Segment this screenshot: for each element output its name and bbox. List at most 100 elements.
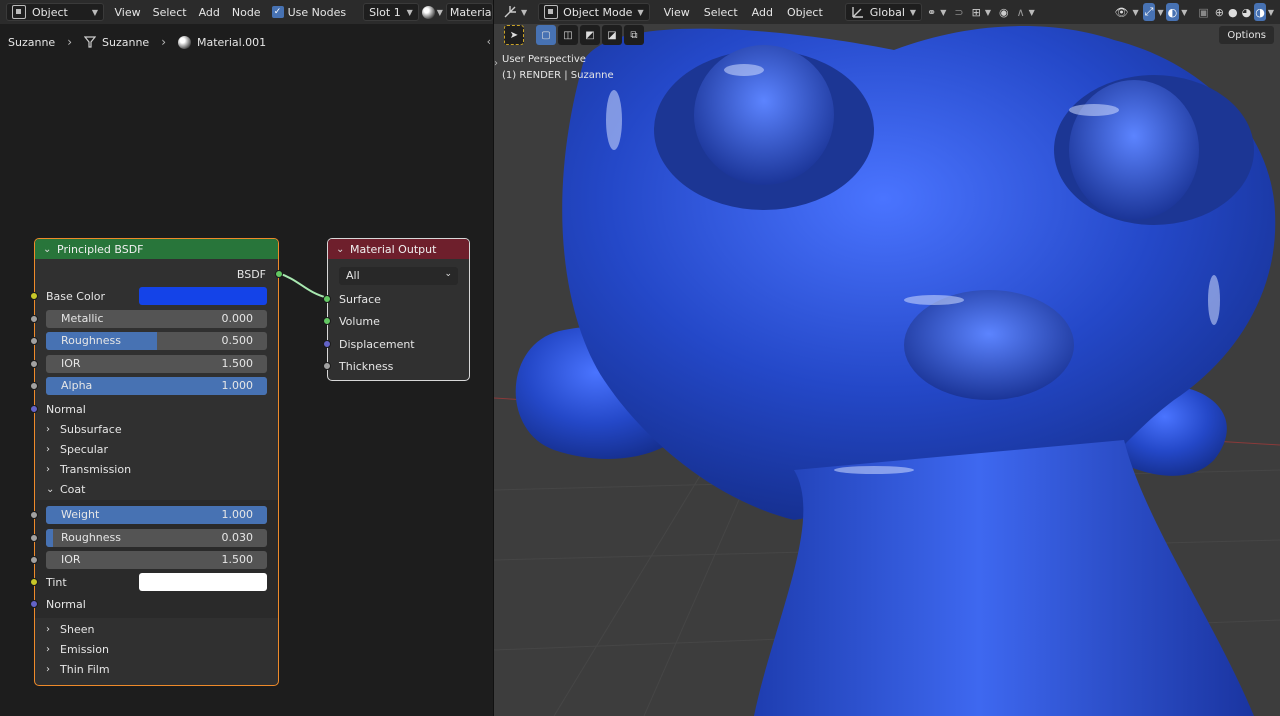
region-toggle-icon[interactable]: ‹: [487, 35, 491, 48]
cursor-arrow-icon: ➤: [509, 29, 519, 41]
alpha-socket[interactable]: [30, 382, 38, 390]
roughness-slider[interactable]: Roughness 0.500: [46, 332, 267, 350]
panel-specular[interactable]: › Specular: [35, 439, 278, 459]
panel-coat[interactable]: ⌄ Coat: [35, 479, 278, 499]
normal-socket[interactable]: [30, 405, 38, 413]
viewport-menu-select[interactable]: Select: [698, 3, 744, 21]
panel-subsurface[interactable]: › Subsurface: [35, 419, 278, 439]
coat-weight-socket[interactable]: [30, 511, 38, 519]
coat-weight-slider[interactable]: Weight 1.000: [46, 506, 267, 524]
shading-material[interactable]: ◕: [1241, 3, 1253, 21]
tint-row: Tint: [30, 572, 278, 592]
select-mode-intersect[interactable]: ⧉: [624, 25, 644, 45]
snap-toggle[interactable]: ⊃: [951, 3, 966, 21]
select-mode-subtract[interactable]: ◩: [580, 25, 600, 45]
coat-normal-label: Normal: [46, 597, 86, 611]
viewport-menu-object[interactable]: Object: [781, 3, 829, 21]
panel-transmission-label: Transmission: [60, 462, 132, 476]
alpha-slider[interactable]: Alpha 1.000: [46, 377, 267, 395]
shading-rendered[interactable]: ◑: [1254, 3, 1266, 21]
metallic-socket[interactable]: [30, 315, 38, 323]
base-color-swatch[interactable]: [139, 287, 267, 305]
ior-row: IOR 1.500: [30, 354, 278, 374]
coat-normal-row: Normal: [30, 594, 278, 614]
panel-emission[interactable]: › Emission: [35, 639, 278, 659]
falloff-button[interactable]: ∧ ▼: [1014, 3, 1038, 21]
transform-orientation-dropdown[interactable]: Global ▼: [844, 3, 923, 21]
viewport-menu-add[interactable]: Add: [746, 3, 779, 21]
magnet-icon: ⊃: [954, 5, 964, 19]
tint-label: Tint: [46, 575, 67, 589]
node-editor[interactable]: Object ▼ View Select Add Node ✓ Use Node…: [0, 0, 493, 716]
bsdf-output-label: BSDF: [236, 267, 266, 281]
ior-value: 1.500: [221, 357, 254, 370]
tint-socket[interactable]: [30, 578, 38, 586]
ior-socket[interactable]: [30, 360, 38, 368]
ior-label: IOR: [61, 357, 81, 370]
chevron-down-icon: ⌄: [46, 483, 55, 495]
collapse-arrow-icon[interactable]: ⌄: [336, 244, 344, 255]
panel-sheen[interactable]: › Sheen: [35, 619, 278, 639]
pivot-point-button[interactable]: ⚭ ▼: [924, 3, 949, 21]
roughness-socket[interactable]: [30, 337, 38, 345]
shading-wireframe[interactable]: ⊕: [1214, 3, 1225, 21]
editor-type-button[interactable]: ▼: [500, 3, 530, 21]
coat-normal-socket[interactable]: [30, 600, 38, 608]
panel-emission-label: Emission: [60, 642, 109, 656]
panel-transmission[interactable]: › Transmission: [35, 459, 278, 479]
object-mode-dropdown[interactable]: Object Mode ▼: [538, 3, 650, 21]
coat-ior-field[interactable]: IOR 1.500: [46, 551, 267, 569]
displacement-socket[interactable]: [323, 340, 331, 348]
visibility-button[interactable]: 👁 ▼: [1113, 3, 1141, 21]
bsdf-node-title: Principled BSDF: [57, 242, 144, 256]
options-dropdown[interactable]: Options: [1219, 26, 1274, 44]
bsdf-output-row: BSDF: [35, 264, 283, 284]
suzanne-neck: [754, 440, 1254, 716]
bsdf-output-socket[interactable]: [275, 270, 283, 278]
tint-swatch[interactable]: [139, 573, 267, 591]
surface-socket[interactable]: [323, 295, 331, 303]
coat-ior-socket[interactable]: [30, 556, 38, 564]
suzanne-left-eye: [694, 45, 834, 185]
toolbar-expand-icon[interactable]: ›: [494, 58, 498, 69]
gizmo-toggle[interactable]: ⤢: [1142, 3, 1156, 21]
viewport-menu-view[interactable]: View: [658, 3, 696, 21]
base-color-socket[interactable]: [30, 292, 38, 300]
proportional-edit-toggle[interactable]: ◉: [996, 3, 1012, 21]
bsdf-node-header[interactable]: ⌄ Principled BSDF: [35, 239, 278, 259]
ior-field[interactable]: IOR 1.500: [46, 355, 267, 373]
volume-socket[interactable]: [323, 317, 331, 325]
select-mode-new[interactable]: ▢: [536, 25, 556, 45]
collapse-arrow-icon[interactable]: ⌄: [43, 244, 51, 255]
displacement-label: Displacement: [339, 337, 415, 351]
principled-bsdf-node[interactable]: ⌄ Principled BSDF BSDF Base Color Metall…: [30, 238, 283, 686]
chevron-down-icon: ▼: [637, 7, 644, 17]
snap-increment-icon: ⊞: [971, 5, 981, 19]
xray-toggle[interactable]: ▣: [1195, 3, 1211, 21]
output-target-dropdown[interactable]: All ⌄: [339, 267, 458, 285]
select-tool-button[interactable]: ➤: [504, 25, 524, 45]
3d-viewport[interactable]: ▼ Object Mode ▼ View Select Add Object G…: [494, 0, 1280, 716]
viewport-scene[interactable]: [494, 0, 1280, 716]
chevron-right-icon: ›: [46, 623, 50, 635]
output-node-header[interactable]: ⌄ Material Output: [328, 239, 469, 259]
select-mode-extend[interactable]: ◫: [558, 25, 578, 45]
snap-target-button[interactable]: ⊞ ▼: [969, 3, 994, 21]
thickness-socket[interactable]: [323, 362, 331, 370]
panel-thin-film[interactable]: › Thin Film: [35, 659, 278, 679]
coat-roughness-socket[interactable]: [30, 534, 38, 542]
chevron-down-icon[interactable]: ▼: [1181, 8, 1187, 17]
chevron-down-icon[interactable]: ▼: [1157, 8, 1163, 17]
xray-icon: ▣: [1198, 5, 1209, 19]
select-mode-invert[interactable]: ◪: [602, 25, 622, 45]
metallic-slider[interactable]: Metallic 0.000: [46, 310, 267, 328]
overlays-toggle[interactable]: ◐: [1165, 3, 1180, 21]
select-extend-icon: ◫: [563, 29, 573, 41]
shading-solid[interactable]: ●: [1227, 3, 1239, 21]
coat-roughness-slider[interactable]: Roughness 0.030: [46, 529, 267, 547]
panel-specular-label: Specular: [60, 442, 109, 456]
material-output-node[interactable]: ⌄ Material Output All ⌄ Surface Volume D…: [323, 238, 470, 381]
roughness-label: Roughness: [61, 334, 122, 347]
chevron-down-icon[interactable]: ▼: [1268, 8, 1274, 17]
node-link-bsdf-surface: [277, 272, 329, 299]
